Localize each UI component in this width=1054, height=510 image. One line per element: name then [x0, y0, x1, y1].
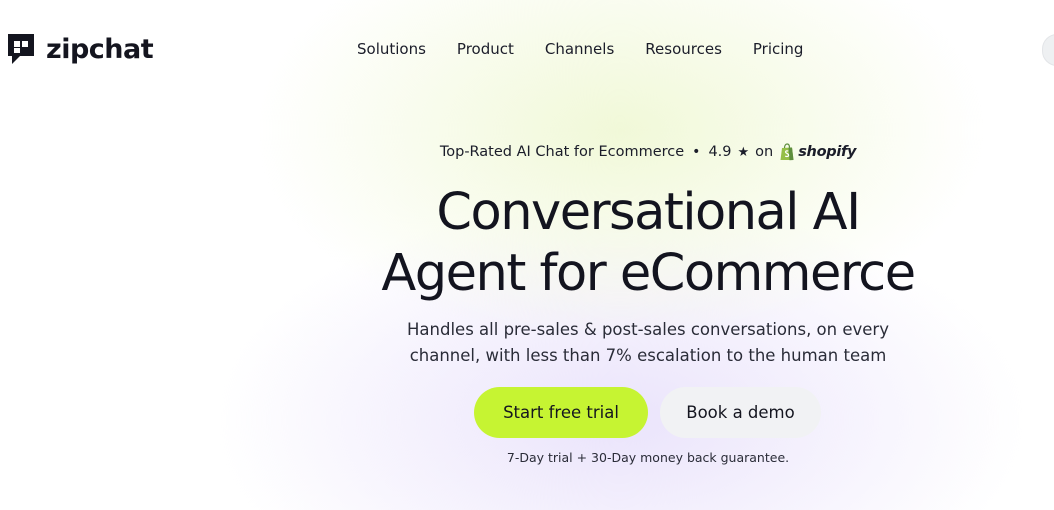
site-header: zipchat Solutions Product Channels Resou… [0, 0, 1054, 96]
main-nav: Solutions Product Channels Resources Pri… [357, 38, 803, 60]
hero-subtitle-line-1: Handles all pre-sales & post-sales conve… [407, 320, 889, 339]
hero-title-line-1: Conversational AI [436, 183, 861, 242]
header-action-button[interactable] [1042, 34, 1054, 66]
shopify-bag-icon [780, 143, 794, 161]
rating-prefix: Top-Rated AI Chat for Ecommerce [439, 144, 685, 160]
cta-row: Start free trial Book a demo [474, 387, 821, 438]
zipchat-logo[interactable]: zipchat [6, 32, 154, 66]
rating-score: 4.9 [708, 144, 732, 160]
hero-subtitle-line-2: channel, with less than 7% escalation to… [409, 346, 887, 365]
rating-line: Top-Rated AI Chat for Ecommerce • 4.9 ★ … [0, 143, 1054, 161]
hero-title-line-2: Agent for eCommerce [381, 244, 916, 303]
nav-item-product[interactable]: Product [457, 38, 514, 60]
nav-item-resources[interactable]: Resources [645, 38, 722, 60]
brand-name: zipchat [46, 33, 154, 65]
star-icon: ★ [737, 144, 750, 160]
book-demo-button[interactable]: Book a demo [660, 387, 821, 438]
guarantee-text: 7-Day trial + 30-Day money back guarante… [506, 450, 790, 465]
nav-item-solutions[interactable]: Solutions [357, 38, 426, 60]
hero-title: Conversational AI Agent for eCommerce [0, 182, 1054, 304]
nav-item-channels[interactable]: Channels [545, 38, 614, 60]
rating-on: on [755, 144, 774, 160]
start-free-trial-button[interactable]: Start free trial [474, 387, 648, 438]
shopify-wordmark: shopify [798, 144, 857, 160]
hero-subtitle: Handles all pre-sales & post-sales conve… [0, 317, 1054, 369]
nav-item-pricing[interactable]: Pricing [753, 38, 804, 60]
zipchat-logo-icon [8, 34, 34, 64]
shopify-badge: shopify [779, 143, 856, 161]
rating-separator: • [692, 144, 701, 160]
